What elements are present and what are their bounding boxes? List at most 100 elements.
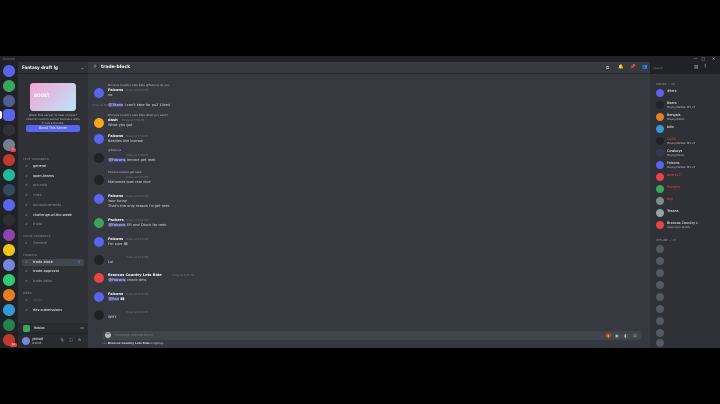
threads-icon[interactable]: ⧉ (606, 65, 609, 71)
channel-challenge-of-the-week[interactable]: # challenge-of-the-week (22, 212, 84, 219)
reply-preview[interactable]: @Falcons (108, 148, 121, 152)
server-icon[interactable] (3, 80, 15, 92)
user-mention[interactable]: @Falcons (108, 158, 126, 162)
avatar[interactable] (22, 337, 30, 345)
server-icon[interactable] (3, 124, 15, 136)
member-item[interactable]: bills (656, 124, 718, 134)
message-composer[interactable]: + Message #trade-block 🎁 ▣ ◧ ☺ (102, 331, 642, 340)
server-icon[interactable] (3, 214, 15, 226)
gif-icon[interactable]: ▣ (615, 333, 619, 338)
category-voice-channels[interactable]: VOICE CHANNELS (23, 234, 51, 238)
message-author[interactable]: Falcons (108, 292, 123, 296)
server-icon-active[interactable] (3, 109, 15, 121)
member-item[interactable]: Bengals Playing Roblox (656, 112, 718, 122)
member-item[interactable] (656, 292, 718, 302)
member-item[interactable] (656, 280, 718, 290)
search-input[interactable]: Search (651, 65, 691, 72)
server-icon[interactable] (3, 95, 15, 107)
maximize-icon[interactable]: □ (700, 56, 707, 62)
server-header[interactable]: Fantasy draft lg ⌄ (18, 62, 88, 74)
message-author[interactable]: Broncos Country Lets Ride (108, 273, 162, 277)
server-icon[interactable] (3, 289, 15, 301)
member-item[interactable] (656, 338, 718, 348)
channel-dev-submissions[interactable]: # dev-submissions (22, 307, 84, 314)
server-icon[interactable] (3, 319, 15, 331)
member-item[interactable]: Colts Playing Madden NFL 23 (656, 136, 718, 146)
channel-general[interactable]: # general (22, 163, 84, 170)
member-item[interactable] (656, 328, 718, 338)
server-icon[interactable] (3, 274, 15, 286)
message-author[interactable]: Packers (108, 218, 124, 222)
message-author[interactable]: Falcons (108, 237, 123, 241)
message-author[interactable]: Falcons (108, 194, 123, 198)
message-author[interactable]: Falcons (108, 134, 123, 138)
gift-icon[interactable]: 🎁 (606, 333, 611, 338)
server-icon[interactable] (3, 199, 15, 211)
avatar[interactable] (94, 255, 104, 265)
avatar[interactable] (94, 292, 104, 302)
message-author[interactable]: dash (108, 118, 118, 122)
sticker-icon[interactable]: ◧ (624, 333, 628, 338)
channel-trade-approval[interactable]: # trade-approval (22, 268, 84, 275)
user-mention[interactable]: @Raji (108, 297, 120, 301)
pin-icon[interactable]: 📌 (630, 65, 636, 70)
channel-trade-talks[interactable]: # trade-talks (22, 278, 84, 285)
headphones-icon[interactable]: 🎧 (69, 338, 73, 342)
emoji-icon[interactable]: ☺ (633, 333, 637, 338)
channel-rules[interactable]: # rules (22, 192, 84, 199)
member-item[interactable]: Packers (656, 184, 718, 194)
avatar[interactable] (94, 237, 104, 247)
member-item[interactable] (656, 244, 718, 254)
member-item[interactable] (656, 268, 718, 278)
avatar[interactable] (94, 88, 104, 98)
bell-icon[interactable]: 🔔 (618, 65, 624, 70)
inbox-icon[interactable]: ▤ (694, 65, 698, 70)
server-icon[interactable] (3, 304, 15, 316)
member-item[interactable] (656, 316, 718, 326)
attach-plus-icon[interactable]: + (105, 331, 111, 338)
avatar[interactable] (94, 175, 104, 185)
close-icon[interactable]: ✕ (710, 56, 717, 62)
member-item[interactable]: Broncos Country L Listening to Spotify (656, 220, 718, 230)
minimize-icon[interactable]: — (692, 56, 699, 62)
server-icon[interactable] (3, 259, 15, 271)
channel-announcements[interactable]: # announcements (22, 202, 84, 209)
member-item[interactable] (656, 304, 718, 314)
voice-activity-bar[interactable]: Roblox ▭ (18, 323, 88, 334)
member-item[interactable]: Falcons Playing Madden NFL 23 (656, 160, 718, 170)
avatar[interactable] (94, 218, 104, 228)
avatar[interactable] (94, 310, 104, 320)
category-trading[interactable]: TRADING (23, 253, 37, 257)
members-icon[interactable]: 👥 (642, 65, 648, 70)
member-item[interactable]: 49ers (656, 88, 718, 98)
home-icon[interactable] (3, 65, 15, 77)
channel-pre-rolls[interactable]: # pre-rolls (22, 182, 84, 189)
screen-share-icon[interactable]: ▭ (80, 325, 84, 330)
avatar[interactable] (94, 194, 104, 204)
server-icon[interactable] (3, 154, 15, 166)
reply-preview[interactable]: Broncos Country Lets Ride @Falcons do yo… (108, 83, 169, 87)
member-item[interactable]: Raji (656, 196, 718, 206)
server-icon[interactable] (3, 184, 15, 196)
reply-preview[interactable]: Broncos Country Lets Ride what you want? (108, 113, 168, 117)
member-item[interactable]: bears17 (656, 172, 718, 182)
member-item[interactable]: Bears Playing Madden NFL 23 (656, 100, 718, 110)
member-item[interactable]: Texans (656, 208, 718, 218)
message-input[interactable]: Message #trade-block (115, 333, 153, 337)
channel-plays[interactable]: # plays (22, 297, 84, 304)
category-text-channels[interactable]: TEXT CHANNELS (23, 157, 49, 161)
avatar[interactable] (94, 153, 104, 163)
server-icon[interactable] (3, 229, 15, 241)
channel-trivia[interactable]: # trivia (22, 221, 84, 228)
channel-open-teams[interactable]: # open-teams (22, 173, 84, 180)
mic-icon[interactable]: 🎙 (60, 338, 64, 342)
category-week[interactable]: WEEK (23, 291, 32, 295)
member-item[interactable] (656, 256, 718, 266)
server-icon[interactable] (3, 169, 15, 181)
server-icon[interactable] (3, 244, 15, 256)
avatar[interactable] (94, 118, 104, 128)
avatar[interactable] (94, 134, 104, 144)
member-item[interactable]: Cowboys Playing Roblox (656, 148, 718, 158)
voice-channel-general[interactable]: ◂ General (22, 240, 84, 247)
add-member-icon[interactable]: 👤 (77, 259, 81, 266)
